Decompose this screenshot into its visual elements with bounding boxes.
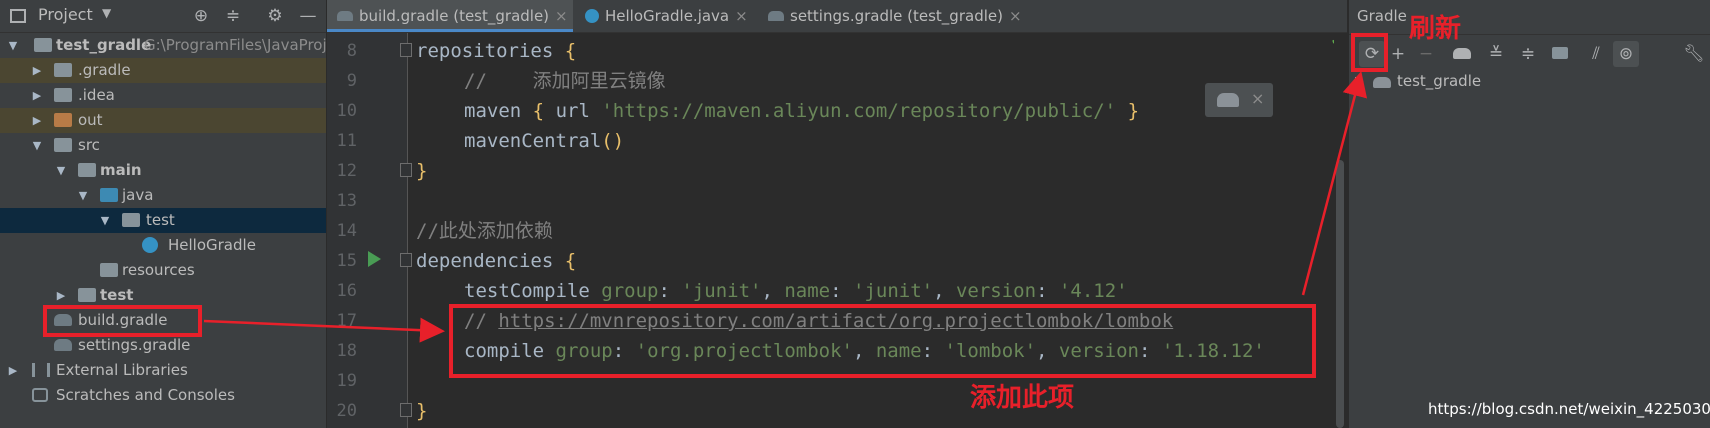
watermark: https://blog.csdn.net/weixin_42250302 [1428,400,1710,418]
arrow-to-refresh [1301,71,1368,296]
arrow-to-dependency [203,317,445,343]
annotation-arrows [203,71,1368,343]
